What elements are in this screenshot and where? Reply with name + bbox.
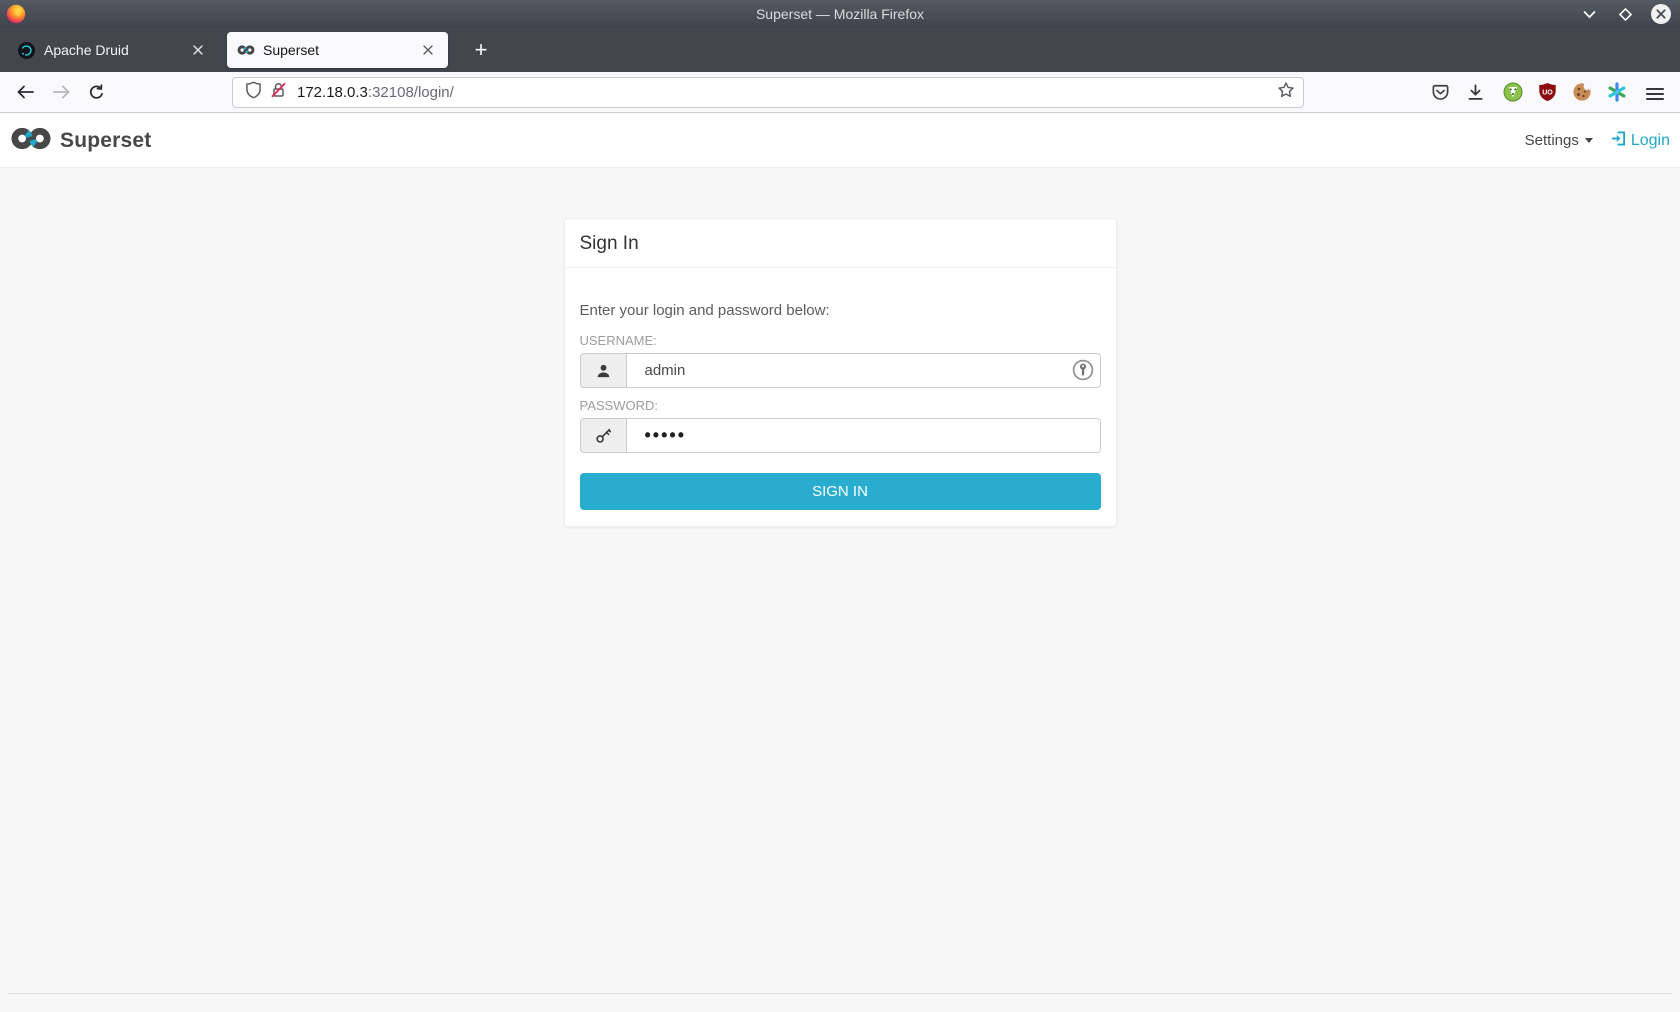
back-button[interactable] (10, 77, 40, 107)
username-input[interactable] (625, 353, 1101, 388)
navigation-toolbar: 172.18.0.3:32108/login/ UO (0, 72, 1680, 113)
url-bar[interactable]: 172.18.0.3:32108/login/ (232, 77, 1304, 108)
username-label: USERNAME: (579, 333, 657, 348)
key-icon (579, 418, 626, 453)
url-host: 172.18.0.3 (297, 84, 368, 101)
pocket-button[interactable] (1429, 81, 1451, 103)
reload-button[interactable] (81, 77, 111, 107)
login-icon (1611, 130, 1626, 151)
new-tab-button[interactable]: + (466, 35, 496, 65)
cookie-icon[interactable] (1571, 81, 1593, 103)
login-link[interactable]: Login (1611, 130, 1670, 151)
lock-slash-icon[interactable] (270, 81, 287, 104)
window-controls (1578, 0, 1672, 28)
settings-menu[interactable]: Settings (1525, 132, 1593, 149)
page-body: Sign In Enter your login and password be… (0, 168, 1680, 1012)
screen: Superset — Mozilla Firefox Apache Druid … (0, 0, 1680, 1012)
shield-icon[interactable] (245, 81, 262, 104)
superset-logo-icon (10, 126, 52, 156)
bookmark-star-icon[interactable] (1277, 81, 1295, 104)
superset-logo[interactable]: Superset (10, 113, 151, 168)
extension-asterisk-icon[interactable] (1606, 81, 1628, 103)
footer-divider (8, 993, 1672, 994)
url-text: 172.18.0.3:32108/login/ (297, 84, 1277, 101)
url-path: :32108/login/ (367, 84, 454, 101)
tab-superset[interactable]: Superset (227, 32, 448, 68)
settings-label: Settings (1524, 132, 1579, 149)
app-navbar-right: Settings Login (1525, 113, 1670, 168)
privacy-badger-icon[interactable] (1502, 81, 1524, 103)
window-title: Superset — Mozilla Firefox (755, 6, 925, 22)
password-input[interactable] (625, 418, 1101, 453)
brand-name: Superset (60, 128, 152, 152)
tab-label: Apache Druid (44, 42, 129, 58)
password-input-group (579, 418, 1101, 453)
app-navbar: Superset Settings Login (0, 113, 1680, 168)
druid-favicon-icon (18, 41, 36, 59)
download-icon[interactable] (1464, 81, 1486, 103)
window-titlebar: Superset — Mozilla Firefox (0, 0, 1680, 28)
tab-label: Superset (263, 42, 320, 58)
username-input-group (579, 353, 1101, 388)
sign-in-form: Enter your login and password below: USE… (565, 302, 1116, 510)
tab-close-icon[interactable] (188, 40, 208, 60)
caret-down-icon (1584, 138, 1593, 143)
maximize-button[interactable] (1614, 3, 1636, 25)
tab-bar: Apache Druid Superset + (0, 28, 1680, 72)
svg-text:UO: UO (1542, 90, 1553, 97)
sign-in-title: Sign In (564, 219, 1116, 268)
forward-button[interactable] (46, 77, 76, 107)
ublock-origin-icon[interactable]: UO (1536, 81, 1558, 103)
user-icon (579, 353, 626, 388)
login-label: Login (1630, 131, 1670, 149)
tab-apache-druid[interactable]: Apache Druid (8, 32, 218, 68)
menu-icon[interactable] (1644, 83, 1666, 105)
close-button[interactable] (1650, 3, 1672, 25)
minimize-button[interactable] (1578, 3, 1600, 25)
sign-in-button[interactable]: SIGN IN (579, 473, 1101, 510)
sign-in-card: Sign In Enter your login and password be… (563, 218, 1117, 527)
password-label: PASSWORD: (579, 398, 659, 413)
form-instruction: Enter your login and password below: (579, 302, 830, 319)
keepassxc-icon[interactable] (1072, 359, 1094, 381)
superset-favicon-icon (237, 41, 255, 59)
tab-close-icon[interactable] (418, 40, 438, 60)
